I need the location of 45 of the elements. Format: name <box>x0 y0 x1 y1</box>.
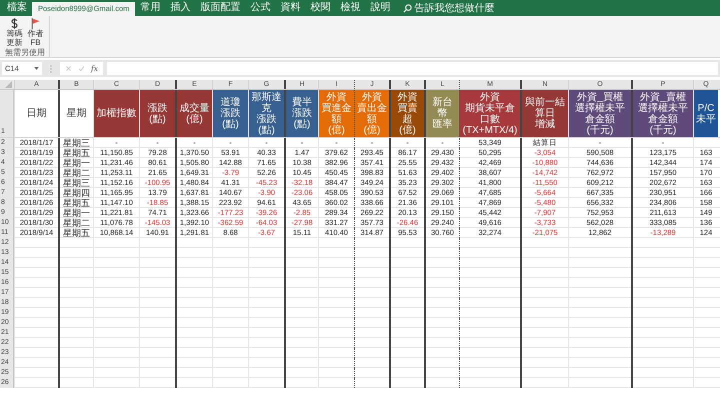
header-cell: 成交量(億) <box>175 90 212 137</box>
header-cell: P/C 未平 <box>693 90 718 137</box>
ribbon-button[interactable]: 籌碼 更新 <box>6 17 24 47</box>
cancel-icon[interactable] <box>65 65 72 72</box>
ribbon-tab[interactable]: 校閱 <box>305 0 336 16</box>
group-label: 無需另使用 <box>5 48 45 57</box>
ribbon-tab[interactable]: 檔案 <box>2 0 32 16</box>
search-icon <box>403 4 412 12</box>
table-cell: 星期三 <box>58 138 93 148</box>
ribbon-tab[interactable]: 檢視 <box>335 0 366 16</box>
flag-icon <box>29 17 42 30</box>
check-icon[interactable] <box>78 65 85 72</box>
ribbon-tab[interactable]: 常用 <box>135 0 166 16</box>
table-cell: 星期五 <box>58 228 93 238</box>
formula-input[interactable] <box>107 62 718 75</box>
header-cell: 外資_賣權 選擇權未平倉金額 (千元) <box>631 90 693 137</box>
header-cell: 道瓊 漲跌(點) <box>212 90 248 137</box>
table-cell: 星期五 <box>58 148 93 158</box>
tell-me-field[interactable]: 告訴我您想做什麼 <box>403 0 516 16</box>
ribbon-tab[interactable]: 版面配置 <box>195 0 246 16</box>
header-cell: 費半 漲跌(點) <box>284 90 318 137</box>
ribbon-tab[interactable]: 插入 <box>165 0 196 16</box>
header-cell: 外資 買賣超 (億) <box>389 90 424 137</box>
header-cell: 新台幣 匯率 <box>424 90 459 137</box>
table-cell: 星期四 <box>58 188 93 198</box>
table-cell: 星期一 <box>58 208 93 218</box>
ribbon-tab[interactable]: 公式 <box>245 0 276 16</box>
header-cell: 日期 <box>14 90 58 137</box>
ribbon-button[interactable]: 作者 FB <box>26 17 44 47</box>
table-cell: 星期二 <box>58 168 93 178</box>
ribbon-tab[interactable]: 資料 <box>275 0 306 16</box>
header-cell: 漲跌(點) <box>139 90 175 137</box>
header-cell: 外資 賣出金額 (億) <box>354 90 389 137</box>
header-cell: 與前一結算日 增減 <box>520 90 568 137</box>
table-cell: 星期二 <box>58 218 93 228</box>
table-cell: 星期一 <box>58 158 93 168</box>
table-cell: 星期五 <box>58 198 93 208</box>
table-cell: 星期三 <box>58 178 93 188</box>
ribbon-tab[interactable]: 說明 <box>365 0 396 16</box>
header-cell: 加權指數 <box>93 90 139 137</box>
header-cell: 外資 期貨未平倉口數 (TX+MTX/4) <box>459 90 520 137</box>
caret-icon <box>34 67 39 70</box>
header-cell: 外資 買進金額 (億) <box>318 90 354 137</box>
header-cell: 那斯達克 漲跌(點) <box>248 90 284 137</box>
header-cell: 外資_買權 選擇權未平倉金額 (千元) <box>568 90 631 137</box>
